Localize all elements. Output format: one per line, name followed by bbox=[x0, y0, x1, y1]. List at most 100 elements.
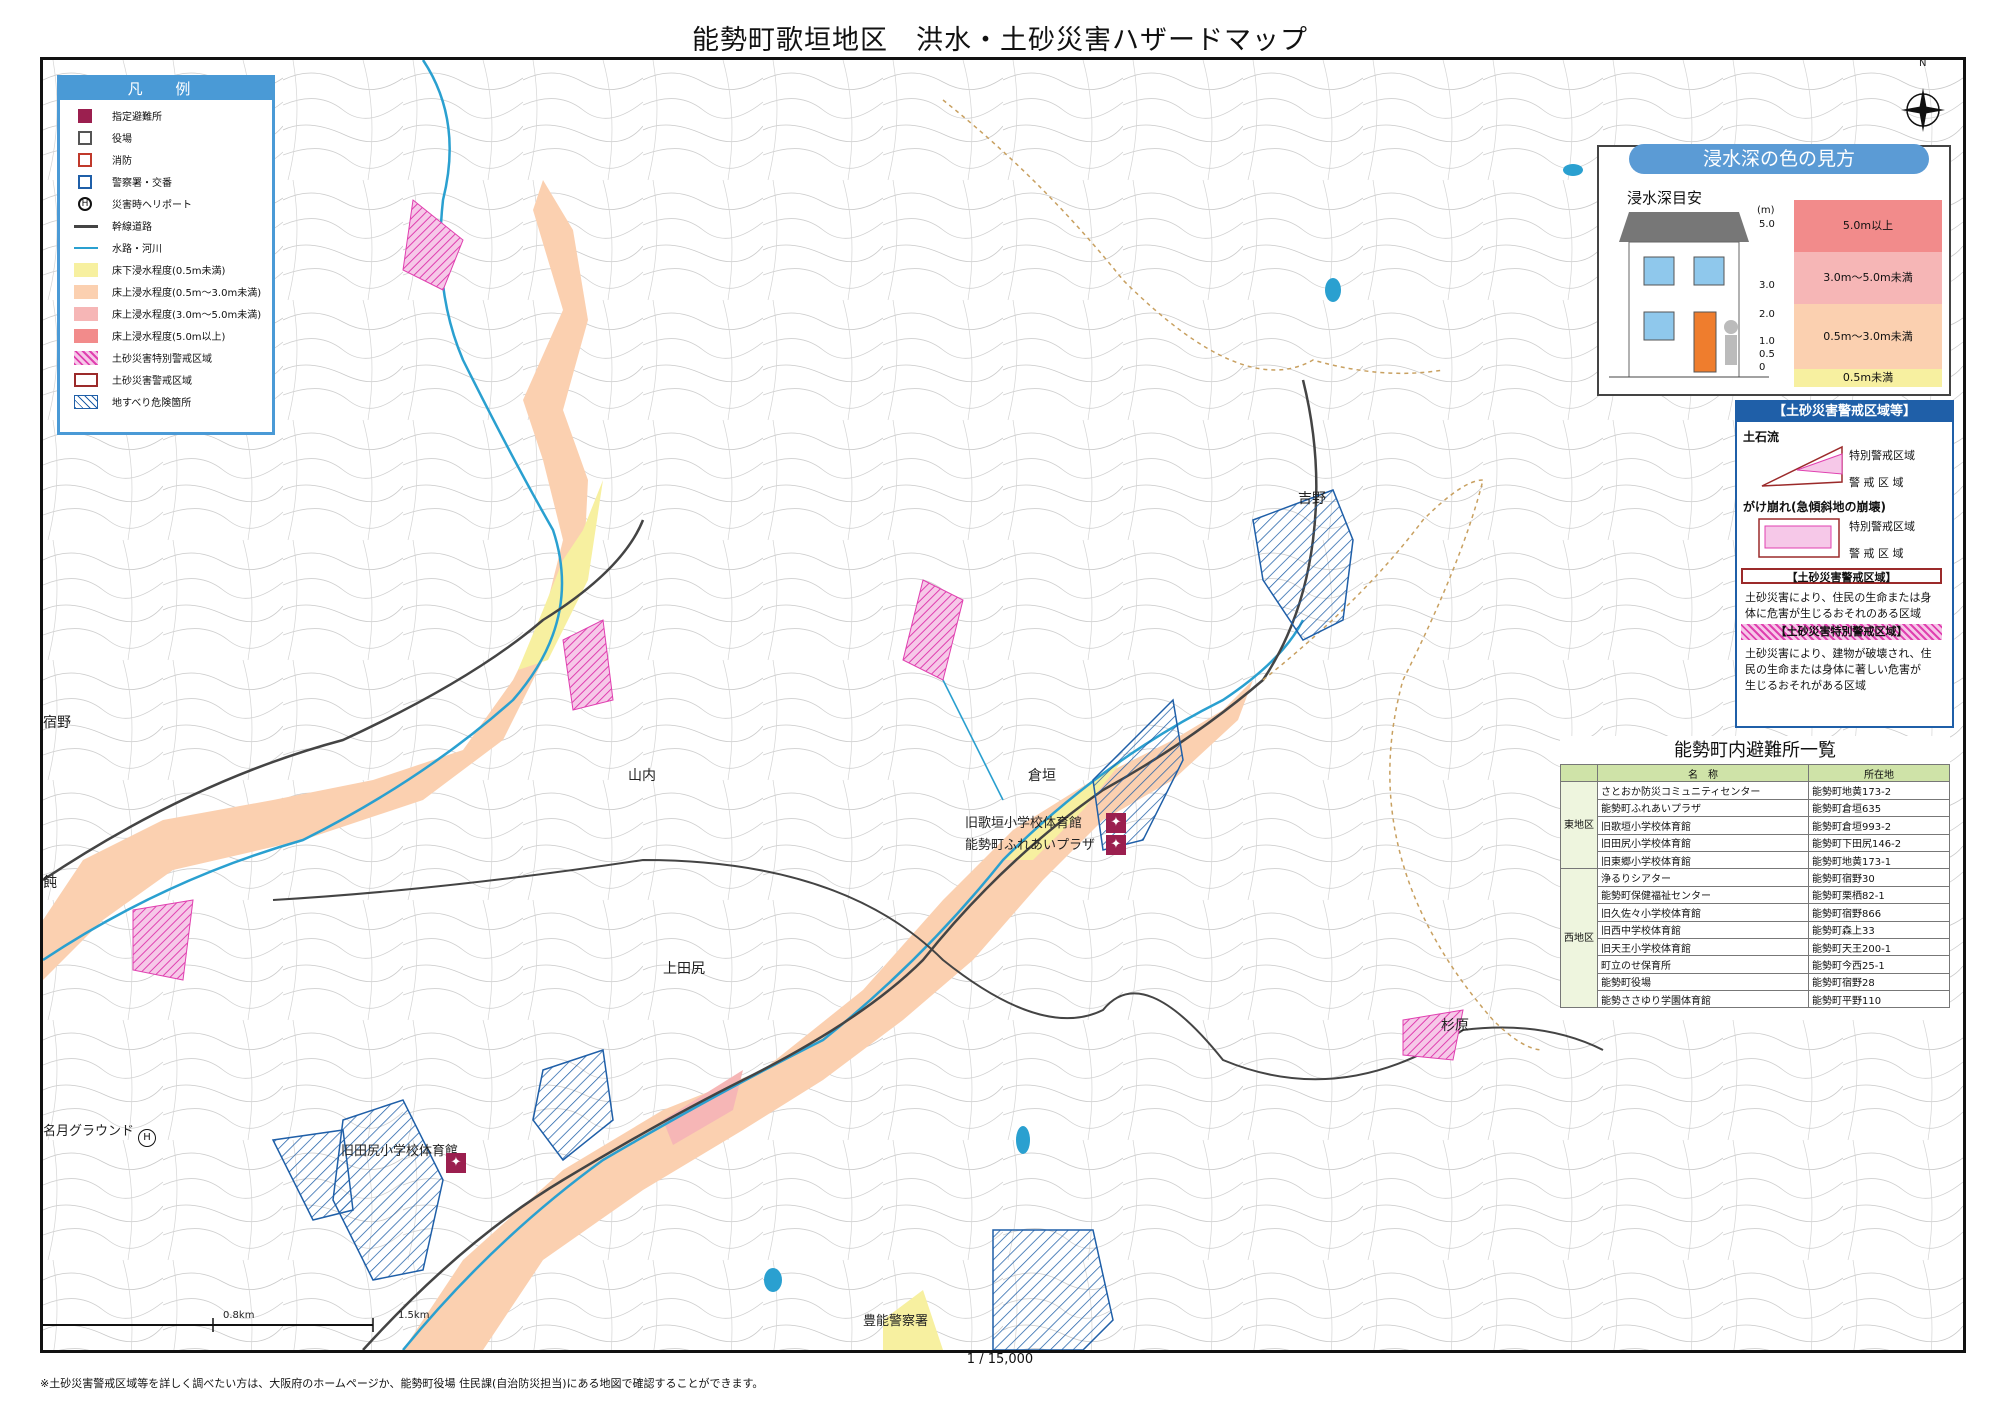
legend-item-town-hall: 役場 bbox=[60, 128, 272, 148]
sediment-special-zone bbox=[132, 899, 194, 981]
heliport-icon[interactable]: H bbox=[138, 1129, 156, 1147]
shelter-icon bbox=[78, 109, 92, 123]
legend-item-river: 水路・河川 bbox=[60, 238, 272, 258]
special-zone-text: 民の生命または身体に著しい危害が bbox=[1745, 663, 1921, 676]
map-title: 能勢町歌垣地区 洪水・土砂災害ハザードマップ bbox=[692, 25, 1308, 56]
warning-zone-text: 土砂災害により、住民の生命または身 bbox=[1745, 591, 1932, 604]
shelter-table: 名 称 所在地 東地区 さとおか防災コミュニティセンター 能勢町地黄173-2 能… bbox=[1560, 763, 1950, 1009]
hatch-swatch-icon bbox=[74, 351, 98, 365]
table-row[interactable]: 能勢町保健福祉センター 能勢町栗栖82-1 bbox=[1561, 885, 1950, 905]
compass-north-label: N bbox=[1919, 58, 1927, 69]
legend-item-flood-4: 床上浸水程度(5.0m以上) bbox=[60, 326, 272, 346]
legend-item-road: 幹線道路 bbox=[60, 216, 272, 236]
road-line-icon bbox=[74, 225, 98, 228]
west-district-label: 西地区 bbox=[1560, 868, 1598, 1009]
shelter-list-panel: 能勢町内避難所一覧 名 称 所在地 東地区 さとおか防災コミュニティセンター 能勢… bbox=[1560, 736, 1950, 1020]
place-label-yamauchi: 山内 bbox=[628, 768, 656, 784]
shelter-icon[interactable]: ✦ bbox=[1106, 835, 1126, 855]
place-label-shukuno: 宿野 bbox=[43, 715, 71, 731]
depth-tick: 0.5 bbox=[1759, 349, 1775, 360]
swatch-icon bbox=[74, 307, 98, 321]
sediment-panel-title: 【土砂災害警戒区域等】 bbox=[1737, 402, 1952, 422]
place-label-yoshino: 吉野 bbox=[1298, 491, 1326, 507]
legend-item-police: 警察署・交番 bbox=[60, 172, 272, 192]
legend-panel: 凡 例 指定避難所 役場 消防 警察署・交番 H 災害時ヘリポート 幹線道路 水… bbox=[57, 75, 275, 435]
house-illustration bbox=[1609, 212, 1769, 378]
legend-item-heliport: H 災害時ヘリポート bbox=[60, 194, 272, 214]
table-row[interactable]: 能勢町役場 能勢町宿野28 bbox=[1561, 972, 1950, 992]
label-utagaki-school: 旧歌垣小学校体育館 bbox=[965, 816, 1083, 831]
depth-tick: 1.0 bbox=[1759, 336, 1775, 347]
table-row[interactable]: 能勢ささゆり学園体育館 能勢町平野110 bbox=[1561, 990, 1950, 1009]
police-icon bbox=[78, 175, 92, 189]
depth-tick: 5.0 bbox=[1759, 219, 1775, 230]
legend-item-shelter: 指定避難所 bbox=[60, 106, 272, 126]
table-row[interactable]: 旧田尻小学校体育館 能勢町下田尻146-2 bbox=[1561, 833, 1950, 852]
table-row[interactable]: 旧天王小学校体育館 能勢町天王200-1 bbox=[1561, 937, 1950, 957]
shelter-list-title: 能勢町内避難所一覧 bbox=[1674, 740, 1836, 761]
table-row[interactable]: 能勢町ふれあいプラザ 能勢町倉垣635 bbox=[1561, 798, 1950, 818]
label-tajiri-school: 旧田尻小学校体育館 bbox=[341, 1144, 459, 1159]
debris-warning-label: 警 戒 区 域 bbox=[1849, 476, 1904, 489]
scale-label-15: 1.5km bbox=[398, 1310, 430, 1321]
place-label-kuragaki: 倉垣 bbox=[1028, 768, 1056, 784]
debris-flow-diagram bbox=[1761, 445, 1843, 487]
legend-item-flood-1: 床下浸水程度(0.5m未満) bbox=[60, 260, 272, 280]
depth-panel-title: 浸水深の色の見方 bbox=[1629, 144, 1929, 174]
table-row[interactable]: 町立のせ保育所 能勢町今西25-1 bbox=[1561, 955, 1950, 974]
swatch-icon bbox=[74, 329, 98, 343]
river-line-icon bbox=[74, 247, 98, 249]
legend-item-flood-3: 床上浸水程度(3.0m～5.0m未満) bbox=[60, 304, 272, 324]
special-zone-text: 生じるおそれがある区域 bbox=[1745, 679, 1866, 692]
sediment-zone-panel: 【土砂災害警戒区域等】 土石流 特別警戒区域 警 戒 区 域 がけ崩れ(急傾斜地… bbox=[1735, 400, 1954, 728]
outline-swatch-icon bbox=[74, 373, 98, 387]
town-hall-icon bbox=[78, 131, 92, 145]
shelter-icon[interactable]: ✦ bbox=[446, 1153, 466, 1173]
depth-tick: 2.0 bbox=[1759, 309, 1775, 320]
scale-label-08: 0.8km bbox=[223, 1310, 255, 1321]
table-row[interactable]: 旧東郷小学校体育館 能勢町地黄173-1 bbox=[1561, 850, 1950, 870]
place-label-sugihara: 杉原 bbox=[1441, 1018, 1469, 1034]
depth-band-05to3m: 0.5m～3.0m未満 bbox=[1794, 304, 1942, 369]
pond bbox=[764, 1268, 782, 1292]
depth-unit: (m) bbox=[1757, 205, 1775, 216]
depth-band-under05m: 0.5m未満 bbox=[1794, 369, 1942, 387]
legend-item-landslide: 地すべり危険箇所 bbox=[60, 392, 272, 412]
fire-station-icon bbox=[78, 153, 92, 167]
place-label-meigetsu: 名月グラウンド bbox=[43, 1124, 135, 1139]
diag-swatch-icon bbox=[74, 395, 98, 409]
table-row[interactable]: 旧西中学校体育館 能勢町森上33 bbox=[1561, 920, 1950, 939]
legend-item-fire: 消防 bbox=[60, 150, 272, 170]
depth-tick: 0 bbox=[1759, 362, 1766, 373]
special-zone-heading: 【土砂災害特別警戒区域】 bbox=[1741, 624, 1942, 640]
place-label-edge: 飩 bbox=[43, 875, 57, 891]
legend-item-flood-2: 床上浸水程度(0.5m～3.0m未満) bbox=[60, 282, 272, 302]
label-fureai-plaza: 能勢町ふれあいプラザ bbox=[965, 838, 1096, 853]
column-header-name: 名 称 bbox=[1596, 763, 1810, 783]
place-label-kamitajiri: 上田尻 bbox=[663, 961, 705, 977]
depth-band-5m: 5.0m以上 bbox=[1794, 200, 1942, 252]
table-row[interactable]: 旧歌垣小学校体育館 能勢町倉垣993-2 bbox=[1561, 816, 1950, 835]
flood-depth-panel: 浸水深の色の見方 浸水深目安 (m) 5.0 3.0 2.0 1.0 0.5 0… bbox=[1597, 144, 1951, 396]
map-frame[interactable]: N 凡 例 指定避難所 役場 消防 警察署・交番 H 災害時ヘリポート 幹線道路… bbox=[40, 57, 1966, 1353]
shelter-icon[interactable]: ✦ bbox=[1106, 813, 1126, 833]
pond bbox=[1563, 164, 1583, 176]
footnote: ※土砂災害警戒区域等を詳しく調べたい方は、大阪府のホームページか、能勢町役場 住… bbox=[40, 1377, 764, 1390]
depth-band-3to5m: 3.0m～5.0m未満 bbox=[1794, 252, 1942, 304]
table-header-row: 名 称 所在地 bbox=[1560, 763, 1950, 783]
pond bbox=[1325, 278, 1341, 302]
place-label-toyono-police: 豊能警察署 bbox=[863, 1314, 929, 1329]
pond bbox=[1016, 1126, 1030, 1154]
slope-failure-label: がけ崩れ(急傾斜地の崩壊) bbox=[1743, 500, 1886, 514]
column-header-address: 所在地 bbox=[1808, 763, 1950, 783]
landslide-zone-south bbox=[992, 1229, 1114, 1350]
warning-zone-heading: 【土砂災害警戒区域】 bbox=[1741, 568, 1942, 584]
warning-zone-text: 体に危害が生じるおそれのある区域 bbox=[1745, 607, 1921, 620]
legend-item-sediment-warning: 土砂災害警戒区域 bbox=[60, 370, 272, 390]
debris-special-label: 特別警戒区域 bbox=[1849, 449, 1915, 462]
slope-special-label: 特別警戒区域 bbox=[1849, 520, 1915, 533]
table-row[interactable]: 東地区 さとおか防災コミュニティセンター 能勢町地黄173-2 bbox=[1560, 781, 1950, 870]
east-district-label: 東地区 bbox=[1560, 781, 1598, 870]
table-row[interactable]: 西地区 浄るりシアター 能勢町宿野30 bbox=[1560, 868, 1950, 1009]
table-row[interactable]: 旧久佐々小学校体育館 能勢町宿野866 bbox=[1561, 903, 1950, 922]
